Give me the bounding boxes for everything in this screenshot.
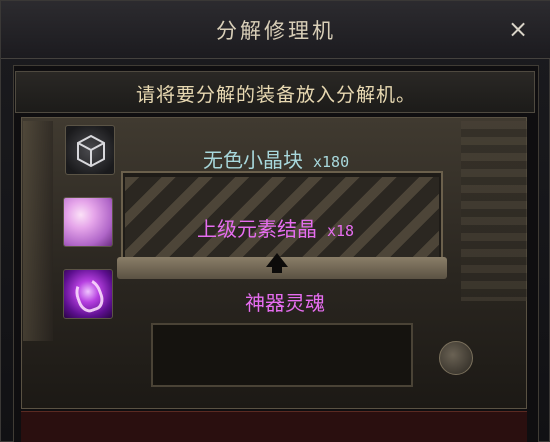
artifact-soul-icon[interactable] [63,269,113,319]
item-label: 神器灵魂 [245,287,325,316]
soul-mark [70,274,108,316]
close-button[interactable]: × [504,15,532,43]
disassembly-window: 分解修理机 × 请将要分解的装备放入分解机。 无色小晶块 x180 上级元素结晶 x… [0,0,550,442]
instruction-bar: 请将要分解的装备放入分解机。 [15,71,535,113]
instruction-text: 请将要分解的装备放入分解机。 [135,84,416,106]
item-quantity: x18 [327,222,355,240]
bottom-band [21,411,527,442]
item-name: 无色小晶块 [203,148,303,172]
item-quantity: x180 [313,153,350,171]
machine-lower-slot [151,323,413,387]
item-name: 上级元素结晶 [197,217,317,241]
title-bar: 分解修理机 × [1,1,550,59]
item-name: 神器灵魂 [245,291,325,315]
machine-knob-icon [439,341,473,375]
machine-rail [23,121,53,341]
item-label: 无色小晶块 x180 [203,144,349,173]
item-label: 上级元素结晶 x18 [197,213,354,242]
arrow-stem [272,265,282,273]
element-crystal-icon[interactable] [63,197,113,247]
machine-gear [461,121,527,301]
window-title: 分解修理机 [216,19,336,43]
colorless-crystal-icon[interactable] [65,125,115,175]
